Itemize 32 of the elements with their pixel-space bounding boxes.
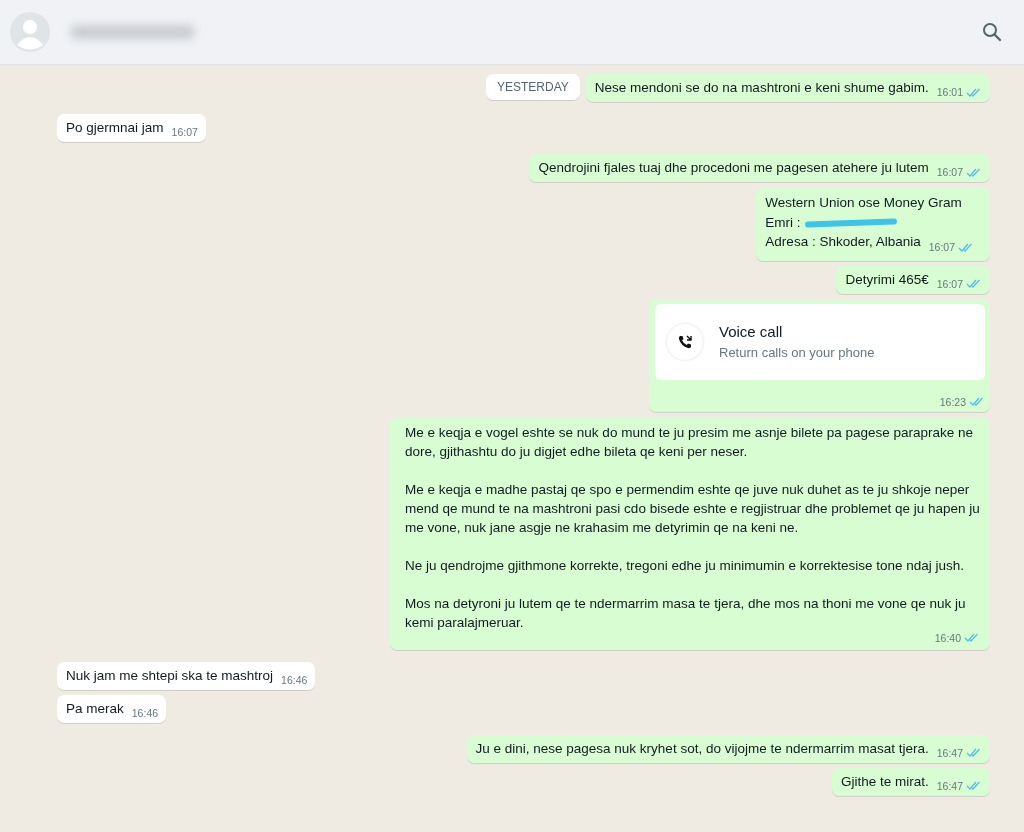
message-time: 16:46 (281, 673, 308, 686)
message-time: 16:07 (171, 126, 198, 138)
message-text: Detyrimi 465€ (845, 271, 929, 287)
message-paragraph: Me e keqja e madhe pastaj qe spo e permendim eshte qe juve nuk duhet as te ju shkoje neper mend qe mund te na mashtroni pasi cdo bisede eshte e regjistruar dhe problemet qe ju hapen ju me vone, nuk jane asgje ne krahasim me detyrimin qe na keni ne. (405, 480, 980, 537)
date-chip: YESTERDAY (486, 74, 580, 100)
message-paragraph: Mos na detyroni ju lutem qe te ndermarrim masa te tjera, dhe mos na thoni me vone qe nuk ju kemi paralajmeruar. (405, 594, 967, 632)
search-icon[interactable] (982, 22, 1002, 42)
message-time: 16:23 (939, 395, 966, 408)
message-paragraph: Me e keqja e vogel eshte se nuk do mund te ju presim me asnje bilete pa pagese paraprake ne dore, gjithashtu do ju digjet edhe bileta qe keni per neser. (405, 423, 975, 461)
message-time: 16:07 (928, 240, 955, 255)
message-time: 16:47 (936, 746, 963, 759)
message-time: 16:47 (936, 779, 963, 792)
message-text: Nese mendoni se do na mashtroni e keni shume gabim. (594, 80, 929, 95)
phone-icon (667, 323, 703, 360)
call-card[interactable]: Voice call Return calls on your phone (655, 303, 985, 380)
message-text: Qendrojini fjales tuaj dhe procedoni me pagesen atehere ju lutem (538, 160, 929, 175)
message-time: 16:40 (934, 631, 961, 644)
message-text: Adresa : Shkoder, Albania (765, 234, 921, 249)
message-text: Ju e dini, nese pagesa nuk kryhet sot, do vijojme te ndermarrim masat tjera. (475, 740, 929, 756)
message-text: Nuk jam me shtepi ska te mashtroj (66, 667, 274, 683)
message-text: Gjithe te mirat. (840, 773, 929, 789)
message-text: Pa merak (66, 700, 124, 716)
message-time: 16:46 (131, 706, 159, 719)
call-title: Voice call (719, 323, 784, 340)
message-time: 16:01 (936, 86, 963, 98)
message-text: Western Union ose Money Gram (765, 195, 962, 210)
message-text: Po gjermnai jam (66, 120, 164, 135)
message-paragraph: Ne ju qendrojme gjithmone korrekte, tregoni edhe ju minimumin e korrektesise tone ndaj jush. (405, 556, 966, 575)
call-subtitle: Return calls on your phone (719, 345, 875, 360)
message-time: 16:07 (936, 277, 963, 290)
message-time: 16:07 (936, 166, 963, 178)
message-text: Emri : (765, 214, 801, 230)
